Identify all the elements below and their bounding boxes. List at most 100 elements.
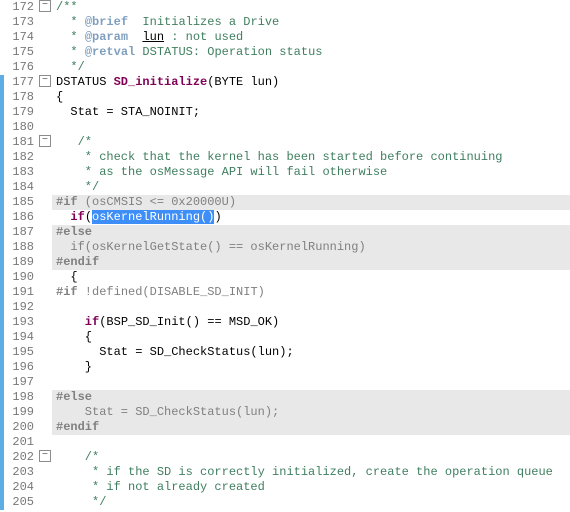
fold-spacer [38, 60, 52, 75]
line-number: 193 [6, 315, 34, 330]
code-line[interactable]: */ [52, 60, 570, 75]
line-number: 187 [6, 225, 34, 240]
code-line[interactable]: Stat = STA_NOINIT; [52, 105, 570, 120]
code-line[interactable]: #endif [52, 255, 570, 270]
line-number: 202 [6, 450, 34, 465]
code-line[interactable]: #else [52, 225, 570, 240]
code-line[interactable]: if(osKernelGetState() == osKernelRunning… [52, 240, 570, 255]
fold-toggle-icon[interactable] [38, 135, 52, 150]
fold-spacer [38, 390, 52, 405]
fold-spacer [38, 240, 52, 255]
line-number: 194 [6, 330, 34, 345]
line-number: 205 [6, 495, 34, 510]
code-token: DSTATUS: Operation status [135, 45, 322, 59]
code-token: @retval [85, 45, 135, 59]
fold-spacer [38, 255, 52, 270]
code-line[interactable]: } [52, 360, 570, 375]
line-number: 175 [6, 45, 34, 60]
code-area[interactable]: /** * @brief Initializes a Drive * @para… [52, 0, 570, 512]
code-token: Stat = SD_CheckStatus(lun); [56, 345, 294, 359]
code-token: } [56, 360, 92, 374]
code-line[interactable]: #if (osCMSIS <= 0x20000U) [52, 195, 570, 210]
line-number: 186 [6, 210, 34, 225]
fold-gutter[interactable] [38, 0, 52, 512]
line-number: 197 [6, 375, 34, 390]
code-token: #else [56, 390, 92, 404]
fold-spacer [38, 165, 52, 180]
code-line[interactable]: Stat = SD_CheckStatus(lun); [52, 345, 570, 360]
line-number: 180 [6, 120, 34, 135]
fold-toggle-icon[interactable] [38, 450, 52, 465]
code-line[interactable]: if(BSP_SD_Init() == MSD_OK) [52, 315, 570, 330]
code-token: /** [56, 0, 78, 14]
fold-spacer [38, 120, 52, 135]
line-number: 181 [6, 135, 34, 150]
fold-toggle-icon[interactable] [38, 0, 52, 15]
code-line[interactable]: */ [52, 180, 570, 195]
code-token: if(osKernelGetState() == osKernelRunning… [56, 240, 366, 254]
fold-toggle-icon[interactable] [38, 75, 52, 90]
code-line[interactable]: Stat = SD_CheckStatus(lun); [52, 405, 570, 420]
fold-spacer [38, 45, 52, 60]
code-line[interactable]: * @brief Initializes a Drive [52, 15, 570, 30]
code-token: * [56, 30, 85, 44]
fold-spacer [38, 90, 52, 105]
code-line[interactable]: * check that the kernel has been started… [52, 150, 570, 165]
fold-spacer [38, 405, 52, 420]
line-number: 183 [6, 165, 34, 180]
code-token: Stat = STA_NOINIT; [56, 105, 200, 119]
code-line[interactable]: #endif [52, 420, 570, 435]
code-line[interactable]: #if !defined(DISABLE_SD_INIT) [52, 285, 570, 300]
code-line[interactable] [52, 120, 570, 135]
code-line[interactable]: */ [52, 495, 570, 510]
fold-spacer [38, 180, 52, 195]
code-token: */ [56, 180, 99, 194]
fold-spacer [38, 345, 52, 360]
code-line[interactable]: DSTATUS SD_initialize(BYTE lun) [52, 75, 570, 90]
code-token: { [56, 330, 92, 344]
code-token: (BYTE lun) [207, 75, 279, 89]
code-token: */ [56, 495, 106, 509]
code-token: Stat = SD_CheckStatus(lun); [56, 405, 279, 419]
text-selection: osKernelRunning() [92, 210, 214, 224]
fold-spacer [38, 195, 52, 210]
line-number: 185 [6, 195, 34, 210]
line-number: 198 [6, 390, 34, 405]
line-number: 176 [6, 60, 34, 75]
code-line[interactable]: { [52, 270, 570, 285]
code-line[interactable]: #else [52, 390, 570, 405]
code-token: { [56, 90, 63, 104]
fold-spacer [38, 15, 52, 30]
code-token: #endif [56, 255, 99, 269]
fold-spacer [38, 495, 52, 510]
code-line[interactable]: * @retval DSTATUS: Operation status [52, 45, 570, 60]
line-number: 182 [6, 150, 34, 165]
code-line[interactable]: /* [52, 135, 570, 150]
code-token: (BSP_SD_Init() == MSD_OK) [99, 315, 279, 329]
code-line[interactable]: /* [52, 450, 570, 465]
line-number: 178 [6, 90, 34, 105]
code-editor[interactable]: 1721731741751761771781791801811821831841… [0, 0, 570, 512]
code-line[interactable]: if(osKernelRunning()) [52, 210, 570, 225]
code-line[interactable] [52, 435, 570, 450]
line-number: 190 [6, 270, 34, 285]
code-line[interactable]: * if not already created [52, 480, 570, 495]
code-line[interactable]: * @param lun : not used [52, 30, 570, 45]
code-token: * if the SD is correctly initialized, cr… [56, 465, 553, 479]
code-token: * if not already created [56, 480, 265, 494]
fold-spacer [38, 105, 52, 120]
fold-spacer [38, 360, 52, 375]
code-token: if [56, 315, 99, 329]
code-token: if [56, 210, 85, 224]
code-line[interactable]: { [52, 90, 570, 105]
code-token: Initializes a Drive [128, 15, 279, 29]
code-line[interactable]: /** [52, 0, 570, 15]
code-line[interactable]: { [52, 330, 570, 345]
code-line[interactable] [52, 300, 570, 315]
fold-spacer [38, 300, 52, 315]
line-number: 174 [6, 30, 34, 45]
code-line[interactable] [52, 375, 570, 390]
code-line[interactable]: * if the SD is correctly initialized, cr… [52, 465, 570, 480]
code-line[interactable]: * as the osMessage API will fail otherwi… [52, 165, 570, 180]
code-token: #endif [56, 420, 99, 434]
